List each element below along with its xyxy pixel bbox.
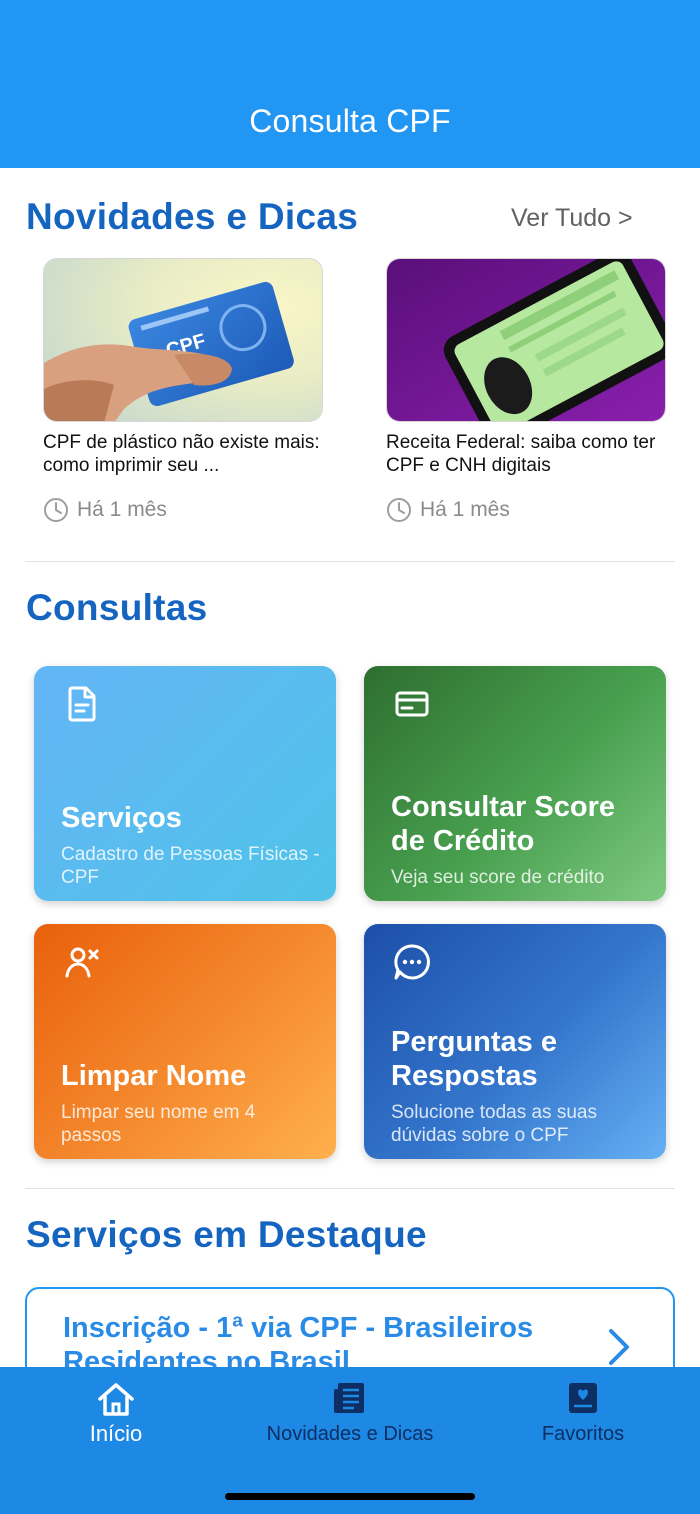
news-icon <box>334 1383 364 1413</box>
tile-title: Serviços <box>61 802 182 834</box>
clock-icon <box>387 498 411 522</box>
clock-icon <box>44 498 68 522</box>
news-section-title: Novidades e Dicas <box>26 196 359 237</box>
credit-card-icon <box>395 691 429 717</box>
favorites-icon <box>569 1383 597 1413</box>
news-card[interactable]: Receita Federal: saiba como ter CPF e CN… <box>386 258 668 523</box>
chat-bubble-icon <box>394 944 430 980</box>
news-title: Receita Federal: saiba como ter CPF e CN… <box>386 432 656 476</box>
document-icon <box>68 686 96 722</box>
nav-label: Novidades e Dicas <box>266 1423 434 1445</box>
score-credito-tile[interactable]: Consultar Score de Crédito Veja seu scor… <box>364 666 666 901</box>
home-indicator <box>225 1493 475 1500</box>
tile-title: Limpar Nome <box>61 1060 247 1092</box>
nav-label: Início <box>89 1421 143 1446</box>
news-time-label: Há 1 mês <box>420 498 510 521</box>
tile-subtitle: Solucione todas as suas dúvidas sobre o … <box>391 1102 597 1146</box>
news-time: Há 1 mês <box>43 497 325 523</box>
news-card[interactable]: CPF CPF de plástico não existe mais: com… <box>43 258 325 523</box>
nav-item-favoritos[interactable]: Favoritos <box>483 1381 683 1446</box>
section-divider <box>25 1188 675 1189</box>
app-header: Consulta CPF <box>0 0 700 168</box>
nav-item-inicio[interactable]: Início <box>16 1381 216 1447</box>
tile-title: Consultar Score de Crédito <box>391 791 615 857</box>
servicos-tile[interactable]: Serviços Cadastro de Pessoas Físicas - C… <box>34 666 336 901</box>
hand-holding-cpf-card-photo: CPF <box>43 258 323 422</box>
app-title: Consulta CPF <box>249 103 451 139</box>
section-divider <box>25 561 675 562</box>
news-title: CPF de plástico não existe mais: como im… <box>43 432 320 476</box>
person-remove-icon <box>65 947 99 978</box>
news-time-label: Há 1 mês <box>77 498 167 521</box>
consultas-section-title: Consultas <box>26 587 208 628</box>
chevron-right-icon <box>609 1329 629 1365</box>
nav-item-novidades[interactable]: Novidades e Dicas <box>250 1381 450 1446</box>
limpar-nome-tile[interactable]: Limpar Nome Limpar seu nome em 4 passos <box>34 924 336 1159</box>
phone-with-digital-cnh-photo <box>386 258 666 422</box>
perguntas-respostas-tile[interactable]: Perguntas e Respostas Solucione todas as… <box>364 924 666 1159</box>
tile-subtitle: Veja seu score de crédito <box>391 867 605 888</box>
see-all-link[interactable]: Ver Tudo > <box>511 204 633 233</box>
nav-label: Favoritos <box>541 1423 625 1445</box>
tile-title: Perguntas e Respostas <box>391 1026 557 1092</box>
bottom-navigation: Início Novidades e Dicas Favoritos <box>0 1367 700 1514</box>
tile-subtitle: Limpar seu nome em 4 passos <box>61 1102 256 1146</box>
featured-section-title: Serviços em Destaque <box>26 1214 427 1255</box>
tile-subtitle: Cadastro de Pessoas Físicas - CPF <box>61 844 320 888</box>
home-icon <box>98 1383 134 1416</box>
news-time: Há 1 mês <box>386 497 668 523</box>
